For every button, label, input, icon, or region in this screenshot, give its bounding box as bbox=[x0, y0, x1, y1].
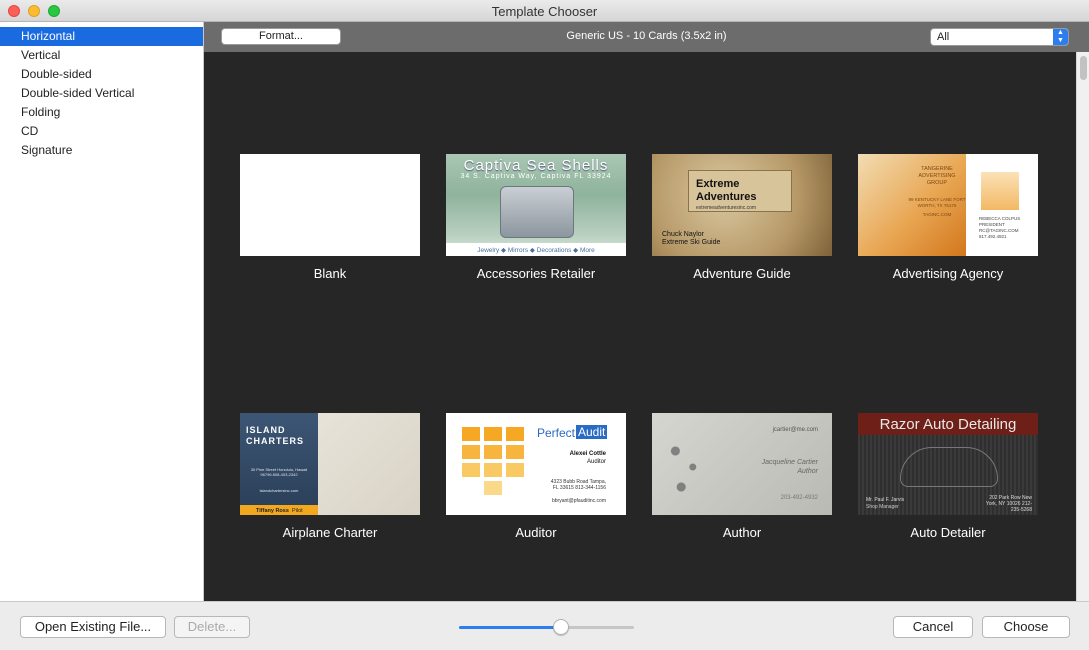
auditor-logo-grid bbox=[462, 427, 526, 497]
template-label: Author bbox=[722, 525, 762, 540]
sidebar-item-vertical[interactable]: Vertical bbox=[0, 46, 203, 65]
template-gallery: Blank Captiva Sea Shells 34 S. Captiva W… bbox=[204, 52, 1089, 601]
sidebar-item-double-sided[interactable]: Double-sided bbox=[0, 65, 203, 84]
zoom-slider-knob[interactable] bbox=[552, 619, 569, 635]
template-card-accessories-retailer[interactable]: Captiva Sea Shells 34 S. Captiva Way, Ca… bbox=[446, 154, 626, 281]
template-card-blank[interactable]: Blank bbox=[240, 154, 420, 281]
template-label: Advertising Agency bbox=[892, 266, 1004, 281]
template-label: Auditor bbox=[515, 525, 557, 540]
template-thumbnail: Captiva Sea Shells 34 S. Captiva Way, Ca… bbox=[446, 154, 626, 256]
zoom-slider-fill bbox=[459, 626, 561, 629]
choose-button[interactable]: Choose bbox=[982, 616, 1070, 638]
window-title: Template Chooser bbox=[491, 4, 598, 19]
gallery-toolbar: Format... Generic US - 10 Cards (3.5x2 i… bbox=[204, 22, 1089, 52]
template-thumbnail: jcartier@me.com Jacqueline Cartier Autho… bbox=[652, 413, 832, 515]
template-card-adventure-guide[interactable]: Extreme Adventures extremeadventuresinc.… bbox=[652, 154, 832, 281]
sidebar-item-double-sided-vertical[interactable]: Double-sided Vertical bbox=[0, 84, 203, 103]
template-card-auditor[interactable]: Perfect Audit Alexei Cottle Auditor 4323… bbox=[446, 413, 626, 540]
zoom-slider[interactable] bbox=[459, 619, 634, 635]
car-illustration bbox=[900, 447, 998, 487]
template-thumbnail: TANGERINE ADVERTISING GROUP 99 KENTUCKY … bbox=[858, 154, 1038, 256]
template-card-author[interactable]: jcartier@me.com Jacqueline Cartier Autho… bbox=[652, 413, 832, 540]
filter-select[interactable]: All ▲ ▼ bbox=[930, 28, 1069, 46]
template-label: Blank bbox=[313, 266, 347, 281]
sidebar-item-signature[interactable]: Signature bbox=[0, 141, 203, 160]
open-existing-file-button[interactable]: Open Existing File... bbox=[20, 616, 166, 638]
template-thumbnail bbox=[240, 154, 420, 256]
format-button[interactable]: Format... bbox=[221, 28, 341, 45]
template-card-airplane-charter[interactable]: ISLAND CHARTERS 30 Pine Street Honolulu,… bbox=[240, 413, 420, 540]
gallery-scrollbar[interactable] bbox=[1076, 52, 1089, 601]
sidebar-item-cd[interactable]: CD bbox=[0, 122, 203, 141]
sidebar-item-folding[interactable]: Folding bbox=[0, 103, 203, 122]
scrollbar-thumb[interactable] bbox=[1080, 56, 1087, 80]
template-thumbnail: Razor Auto Detailing Mr. Paul F. Jarvis … bbox=[858, 413, 1038, 515]
filter-select-value: All bbox=[937, 31, 950, 43]
plant-illustration bbox=[658, 427, 716, 507]
title-bar: Template Chooser bbox=[0, 0, 1089, 22]
template-label: Airplane Charter bbox=[282, 525, 378, 540]
paper-format-name: Generic US - 10 Cards (3.5x2 in) bbox=[566, 30, 727, 42]
sidebar-item-horizontal[interactable]: Horizontal bbox=[0, 27, 203, 46]
bottom-bar: Open Existing File... Delete... Cancel C… bbox=[0, 601, 1089, 650]
delete-button[interactable]: Delete... bbox=[174, 616, 250, 638]
treasure-chest-image bbox=[500, 186, 574, 238]
template-card-auto-detailer[interactable]: Razor Auto Detailing Mr. Paul F. Jarvis … bbox=[858, 413, 1038, 540]
template-label: Auto Detailer bbox=[910, 525, 986, 540]
template-thumbnail: Perfect Audit Alexei Cottle Auditor 4323… bbox=[446, 413, 626, 515]
chevron-up-down-icon: ▲ ▼ bbox=[1053, 29, 1068, 45]
template-thumbnail: Extreme Adventures extremeadventuresinc.… bbox=[652, 154, 832, 256]
template-card-advertising-agency[interactable]: TANGERINE ADVERTISING GROUP 99 KENTUCKY … bbox=[858, 154, 1038, 281]
category-sidebar: Horizontal Vertical Double-sided Double-… bbox=[0, 22, 204, 601]
cancel-button[interactable]: Cancel bbox=[893, 616, 973, 638]
template-label: Adventure Guide bbox=[693, 266, 791, 281]
template-thumbnail: ISLAND CHARTERS 30 Pine Street Honolulu,… bbox=[240, 413, 420, 515]
template-label: Accessories Retailer bbox=[476, 266, 596, 281]
